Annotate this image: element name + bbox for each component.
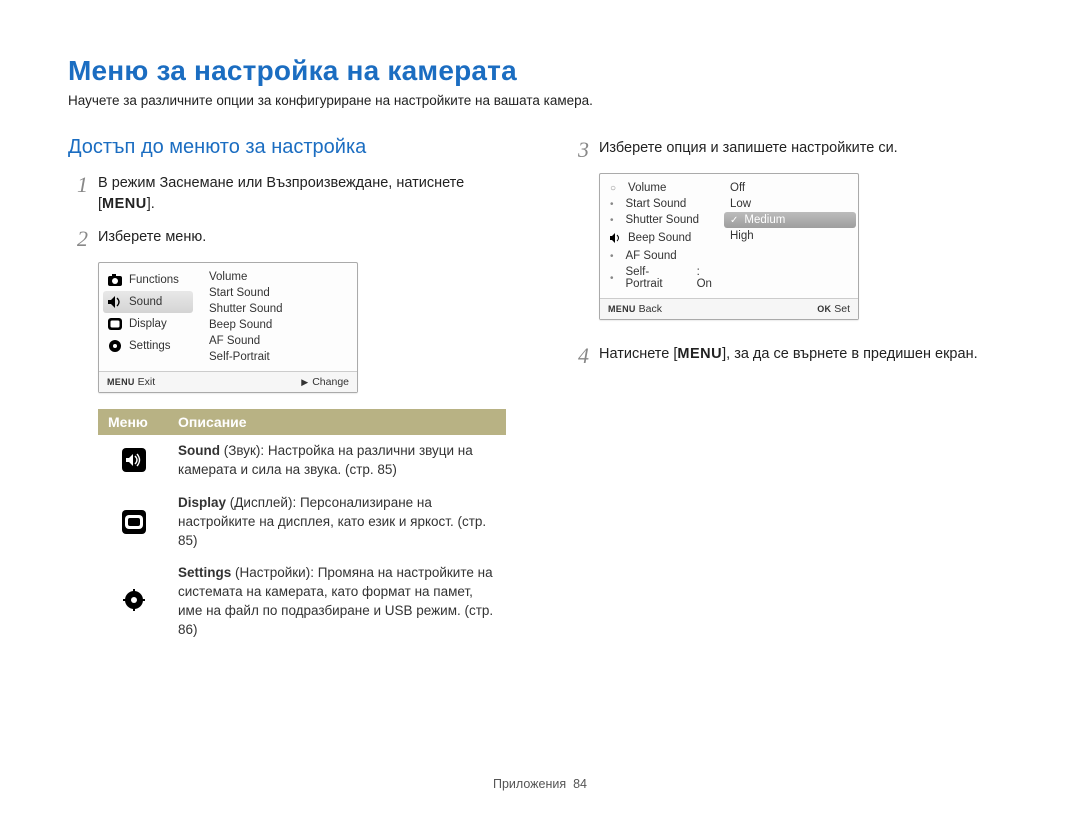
table-cell-desc: Settings (Настройки): Промяна на настрой… [168, 557, 506, 647]
settings-icon [122, 588, 146, 612]
table-row: Settings (Настройки): Промяна на настрой… [98, 557, 506, 647]
value-low: Low [724, 196, 856, 212]
table-cell-desc: Display (Дисплей): Персонализиране на на… [168, 487, 506, 558]
sound-icon [610, 230, 622, 246]
table-head-desc: Описание [168, 409, 506, 435]
submenu-list: Volume Start Sound Shutter Sound Beep So… [197, 263, 357, 371]
option-self-portrait: Self-Portrait: On [602, 264, 716, 292]
screen1-footer-left: MENU Exit [107, 376, 155, 388]
menu-item-display: Display [99, 313, 197, 335]
step-number-2: 2 [68, 227, 88, 250]
sound-icon [122, 448, 146, 472]
page-title: Меню за настройка на камерата [68, 55, 1018, 87]
menu-description-table: Меню Описание Sound (Звук): Настройка на… [98, 409, 506, 647]
gear-icon [107, 338, 123, 354]
option-start-sound: Start Sound [602, 196, 716, 212]
value-off: Off [724, 180, 856, 196]
camera-screen-1: Functions Sound Display Settings [98, 262, 358, 393]
display-icon [107, 316, 123, 332]
screen2-footer-right: OK Set [817, 303, 850, 315]
page-footer: Приложения 84 [0, 777, 1080, 791]
step-2-text: Изберете меню. [98, 227, 206, 250]
option-shutter-sound: Shutter Sound [602, 212, 716, 228]
menu-item-settings: Settings [99, 335, 197, 357]
menu-item-functions: Functions [99, 269, 197, 291]
section-subtitle: Достъп до менюто за настройка [68, 136, 517, 159]
sound-icon [107, 294, 123, 310]
option-volume: Volume [602, 180, 716, 196]
value-medium-selected: Medium [724, 212, 856, 228]
menu-item-sound-selected: Sound [103, 291, 193, 313]
table-head-menu: Меню [98, 409, 168, 435]
step-1-text: В режим Заснемане или Възпроизвеждане, н… [98, 173, 517, 215]
option-af-sound: AF Sound [602, 248, 716, 264]
menu-button-label: MENU [677, 346, 722, 362]
step-number-4: 4 [569, 344, 589, 367]
step-3-text: Изберете опция и запишете настройките си… [599, 138, 898, 161]
menu-button-label: MENU [102, 196, 147, 212]
table-row: Sound (Звук): Настройка на различни звуц… [98, 435, 506, 487]
screen2-footer-left: MENU Back [608, 303, 662, 315]
camera-screen-2: Volume Start Sound Shutter Sound Beep So… [599, 173, 859, 320]
display-icon [122, 510, 146, 534]
step-4-text: Натиснете [MENU], за да се върнете в пре… [599, 344, 978, 367]
value-high: High [724, 228, 856, 244]
intro-text: Научете за различните опции за конфигури… [68, 93, 1018, 108]
option-beep-sound: Beep Sound [602, 228, 716, 248]
step-number-1: 1 [68, 173, 88, 215]
table-cell-desc: Sound (Звук): Настройка на различни звуц… [168, 435, 506, 487]
step-number-3: 3 [569, 138, 589, 161]
screen1-footer-right: Change [301, 376, 349, 388]
table-row: Display (Дисплей): Персонализиране на на… [98, 487, 506, 558]
camera-icon [107, 272, 123, 288]
